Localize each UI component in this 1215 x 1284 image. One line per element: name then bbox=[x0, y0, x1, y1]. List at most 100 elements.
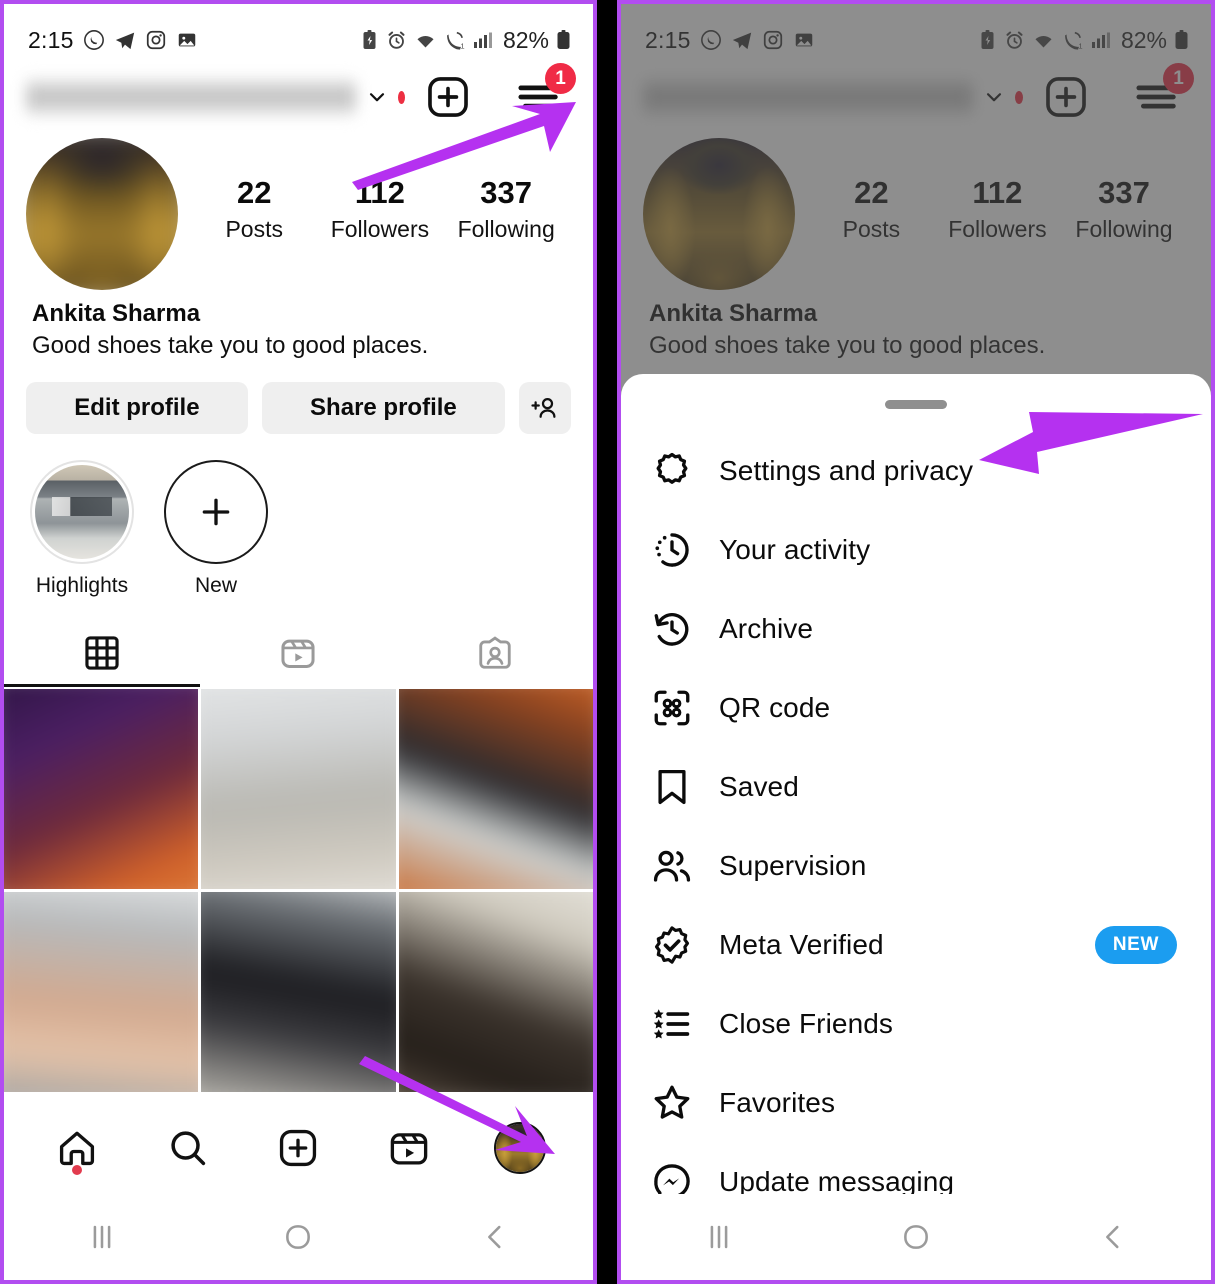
menu-item-meta-verified[interactable]: Meta Verified NEW bbox=[621, 905, 1211, 984]
new-highlight-item[interactable]: New bbox=[164, 460, 268, 598]
tagged-icon bbox=[476, 634, 514, 672]
back-chevron-icon bbox=[1096, 1220, 1130, 1254]
menu-item-label: Meta Verified bbox=[719, 928, 884, 960]
back-button[interactable] bbox=[435, 1220, 555, 1254]
share-profile-button[interactable]: Share profile bbox=[261, 382, 505, 434]
menu-item-label: Saved bbox=[719, 770, 799, 802]
grid-post[interactable] bbox=[398, 689, 593, 889]
profile-avatar[interactable] bbox=[26, 138, 178, 290]
profile-summary: 22 Posts 112 Followers 337 Following bbox=[621, 130, 1211, 290]
chevron-down-icon[interactable] bbox=[366, 86, 388, 108]
add-person-icon bbox=[530, 393, 560, 423]
android-navigation-bar bbox=[621, 1194, 1211, 1280]
battery-saver-icon bbox=[978, 29, 997, 51]
reels-tab[interactable] bbox=[200, 622, 396, 684]
edit-profile-button[interactable]: Edit profile bbox=[26, 382, 248, 434]
username-redacted[interactable] bbox=[643, 77, 973, 117]
highlight-cover bbox=[35, 465, 129, 559]
stat-value: 337 bbox=[480, 175, 533, 210]
wifi-icon bbox=[1032, 30, 1055, 51]
recents-button[interactable] bbox=[659, 1220, 779, 1254]
stat-following[interactable]: 337 Following bbox=[1075, 175, 1172, 243]
new-highlight-circle bbox=[164, 460, 268, 564]
battery-saver-icon bbox=[360, 29, 379, 51]
username-redacted[interactable] bbox=[26, 77, 356, 117]
highlight-item[interactable]: Highlights bbox=[30, 460, 134, 598]
home-icon bbox=[56, 1127, 98, 1169]
menu-item-close-friends[interactable]: Close Friends bbox=[621, 984, 1211, 1063]
menu-item-label: Update messaging bbox=[719, 1165, 955, 1197]
profile-stats: 22 Posts 112 Followers 337 Following bbox=[795, 138, 1193, 243]
alarm-icon bbox=[386, 30, 407, 51]
create-post-button[interactable] bbox=[1043, 74, 1089, 120]
active-tab-indicator bbox=[4, 684, 593, 687]
reels-tab[interactable] bbox=[369, 1113, 449, 1183]
account-menu-sheet: Settings and privacy Your activity Archi… bbox=[621, 374, 1211, 1280]
profile-tab-bar bbox=[4, 622, 593, 684]
recents-button[interactable] bbox=[42, 1220, 162, 1254]
profile-avatar[interactable] bbox=[643, 138, 795, 290]
sheet-drag-handle[interactable] bbox=[885, 400, 947, 409]
create-post-button[interactable] bbox=[425, 74, 471, 120]
grid-post[interactable] bbox=[201, 892, 396, 1092]
telegram-icon bbox=[731, 29, 753, 51]
android-navigation-bar bbox=[4, 1194, 593, 1280]
grid-icon bbox=[83, 634, 121, 672]
create-tab[interactable] bbox=[258, 1113, 338, 1183]
tagged-tab[interactable] bbox=[397, 622, 593, 684]
wifi-calling-icon: 1 bbox=[1062, 30, 1084, 51]
home-button[interactable] bbox=[856, 1220, 976, 1254]
new-highlight-label: New bbox=[194, 574, 237, 597]
back-button[interactable] bbox=[1053, 1220, 1173, 1254]
telegram-icon bbox=[114, 29, 136, 51]
chevron-down-icon[interactable] bbox=[983, 86, 1005, 108]
status-time: 2:15 bbox=[645, 26, 691, 53]
activity-clock-icon bbox=[651, 529, 705, 571]
home-button[interactable] bbox=[238, 1220, 358, 1254]
verified-badge-icon bbox=[651, 924, 705, 966]
stat-following[interactable]: 337 Following bbox=[458, 175, 555, 243]
profile-full-name: Ankita Sharma bbox=[32, 300, 201, 327]
bottom-navigation-bar bbox=[4, 1102, 593, 1194]
menu-item-label: Archive bbox=[719, 612, 814, 644]
menu-item-saved[interactable]: Saved bbox=[621, 747, 1211, 826]
grid-post[interactable] bbox=[398, 892, 593, 1092]
menu-item-settings-and-privacy[interactable]: Settings and privacy bbox=[621, 431, 1211, 510]
posts-grid bbox=[4, 689, 593, 1092]
hamburger-menu-button[interactable]: 1 bbox=[1133, 63, 1194, 117]
grid-tab[interactable] bbox=[4, 622, 200, 684]
grid-post[interactable] bbox=[4, 892, 199, 1092]
menu-item-qr-code[interactable]: QR code bbox=[621, 668, 1211, 747]
home-tab[interactable] bbox=[37, 1113, 117, 1183]
grid-post[interactable] bbox=[4, 689, 199, 889]
status-bar: 2:15 1 82% bbox=[621, 4, 1211, 56]
search-icon bbox=[167, 1127, 209, 1169]
profile-bio: Good shoes take you to good places. bbox=[32, 332, 429, 359]
menu-notification-badge: 1 bbox=[545, 63, 576, 94]
gallery-icon bbox=[176, 29, 198, 51]
hamburger-menu-button[interactable]: 1 bbox=[515, 63, 576, 117]
stat-followers[interactable]: 112 Followers bbox=[330, 175, 430, 243]
grid-post[interactable] bbox=[201, 689, 396, 889]
wifi-calling-icon: 1 bbox=[444, 30, 466, 51]
menu-item-favorites[interactable]: Favorites bbox=[621, 1063, 1211, 1142]
search-tab[interactable] bbox=[148, 1113, 228, 1183]
profile-tab[interactable] bbox=[480, 1113, 560, 1183]
battery-percentage: 82% bbox=[502, 26, 549, 53]
stat-followers[interactable]: 112 Followers bbox=[948, 175, 1046, 243]
home-circle-icon bbox=[899, 1220, 933, 1254]
status-badge: NEW bbox=[1094, 925, 1177, 964]
whatsapp-icon bbox=[83, 29, 105, 51]
profile-summary: 22 Posts 112 Followers 337 Following bbox=[4, 130, 593, 290]
stat-label: Followers bbox=[330, 215, 430, 242]
menu-item-your-activity[interactable]: Your activity bbox=[621, 510, 1211, 589]
stat-value: 112 bbox=[972, 175, 1023, 210]
discover-people-button[interactable] bbox=[519, 382, 571, 434]
menu-item-archive[interactable]: Archive bbox=[621, 589, 1211, 668]
stat-posts[interactable]: 22 Posts bbox=[823, 175, 919, 243]
home-circle-icon bbox=[281, 1220, 315, 1254]
menu-item-supervision[interactable]: Supervision bbox=[621, 826, 1211, 905]
stat-posts[interactable]: 22 Posts bbox=[206, 175, 302, 243]
gear-icon bbox=[651, 450, 705, 492]
app-header: 1 bbox=[621, 56, 1211, 130]
